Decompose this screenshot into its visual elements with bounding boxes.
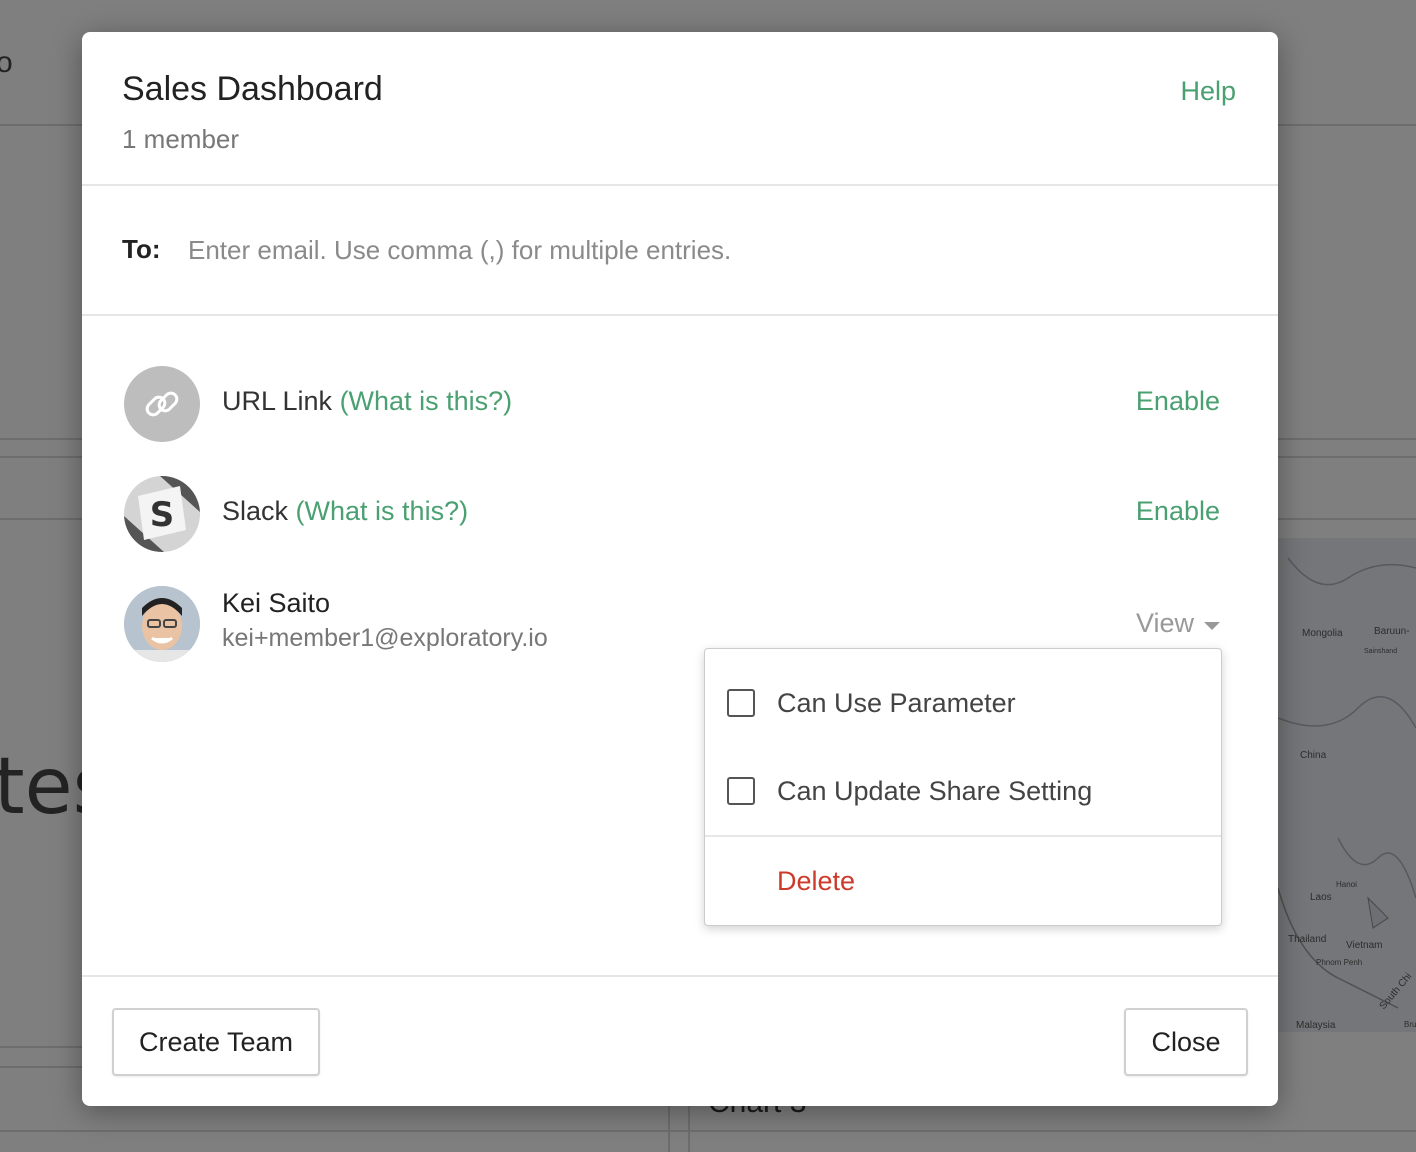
close-button[interactable]: Close (1124, 1008, 1248, 1076)
member-name: Kei Saito (222, 588, 331, 618)
to-label: To: (122, 234, 161, 264)
recipient-divider (82, 314, 1278, 316)
menu-item-can-update-share-setting[interactable]: Can Update Share Setting (705, 747, 1221, 835)
share-dialog: Sales Dashboard 1 member Help To: URL Li… (82, 32, 1278, 1106)
link-icon (124, 366, 200, 442)
can-update-share-setting-checkbox[interactable] (727, 777, 755, 805)
member-email: kei+member1@exploratory.io (222, 624, 548, 652)
enable-slack-button[interactable]: Enable (1136, 496, 1220, 527)
create-team-button[interactable]: Create Team (112, 1008, 320, 1076)
header-divider (82, 184, 1278, 186)
slack-label: Slack (222, 496, 289, 526)
enable-url-link-button[interactable]: Enable (1136, 386, 1220, 417)
svg-text:S: S (150, 495, 175, 535)
menu-item-label: Can Update Share Setting (777, 775, 1093, 806)
delete-label: Delete (777, 865, 856, 896)
dialog-title: Sales Dashboard (122, 70, 383, 108)
slack-icon: S (124, 476, 200, 552)
permission-menu: Can Use Parameter Can Update Share Setti… (704, 648, 1222, 926)
url-link-label: URL Link (222, 386, 333, 416)
menu-item-can-use-parameter[interactable]: Can Use Parameter (705, 659, 1221, 747)
menu-item-delete[interactable]: Delete (705, 837, 1221, 925)
permission-value: View (1135, 608, 1194, 638)
share-option-url-link: URL Link (What is this?) Enable (124, 366, 1236, 444)
share-option-label: Slack (What is this?) (222, 496, 468, 527)
slack-help-link[interactable]: (What is this?) (296, 496, 469, 526)
avatar (124, 586, 200, 662)
recipient-row: To: (122, 228, 1222, 272)
dialog-header: Sales Dashboard 1 member Help (82, 32, 1278, 186)
email-input[interactable] (188, 228, 1188, 272)
can-use-parameter-checkbox[interactable] (727, 689, 755, 717)
permission-dropdown[interactable]: View (1136, 608, 1220, 639)
share-option-slack: S Slack (What is this?) Enable (124, 476, 1236, 554)
caret-down-icon (1204, 621, 1220, 630)
footer-divider (82, 975, 1278, 977)
url-link-help-link[interactable]: (What is this?) (340, 386, 513, 416)
menu-item-label: Can Use Parameter (777, 687, 1016, 718)
help-link[interactable]: Help (1180, 76, 1236, 107)
share-option-label: URL Link (What is this?) (222, 386, 512, 417)
member-count: 1 member (122, 124, 240, 154)
